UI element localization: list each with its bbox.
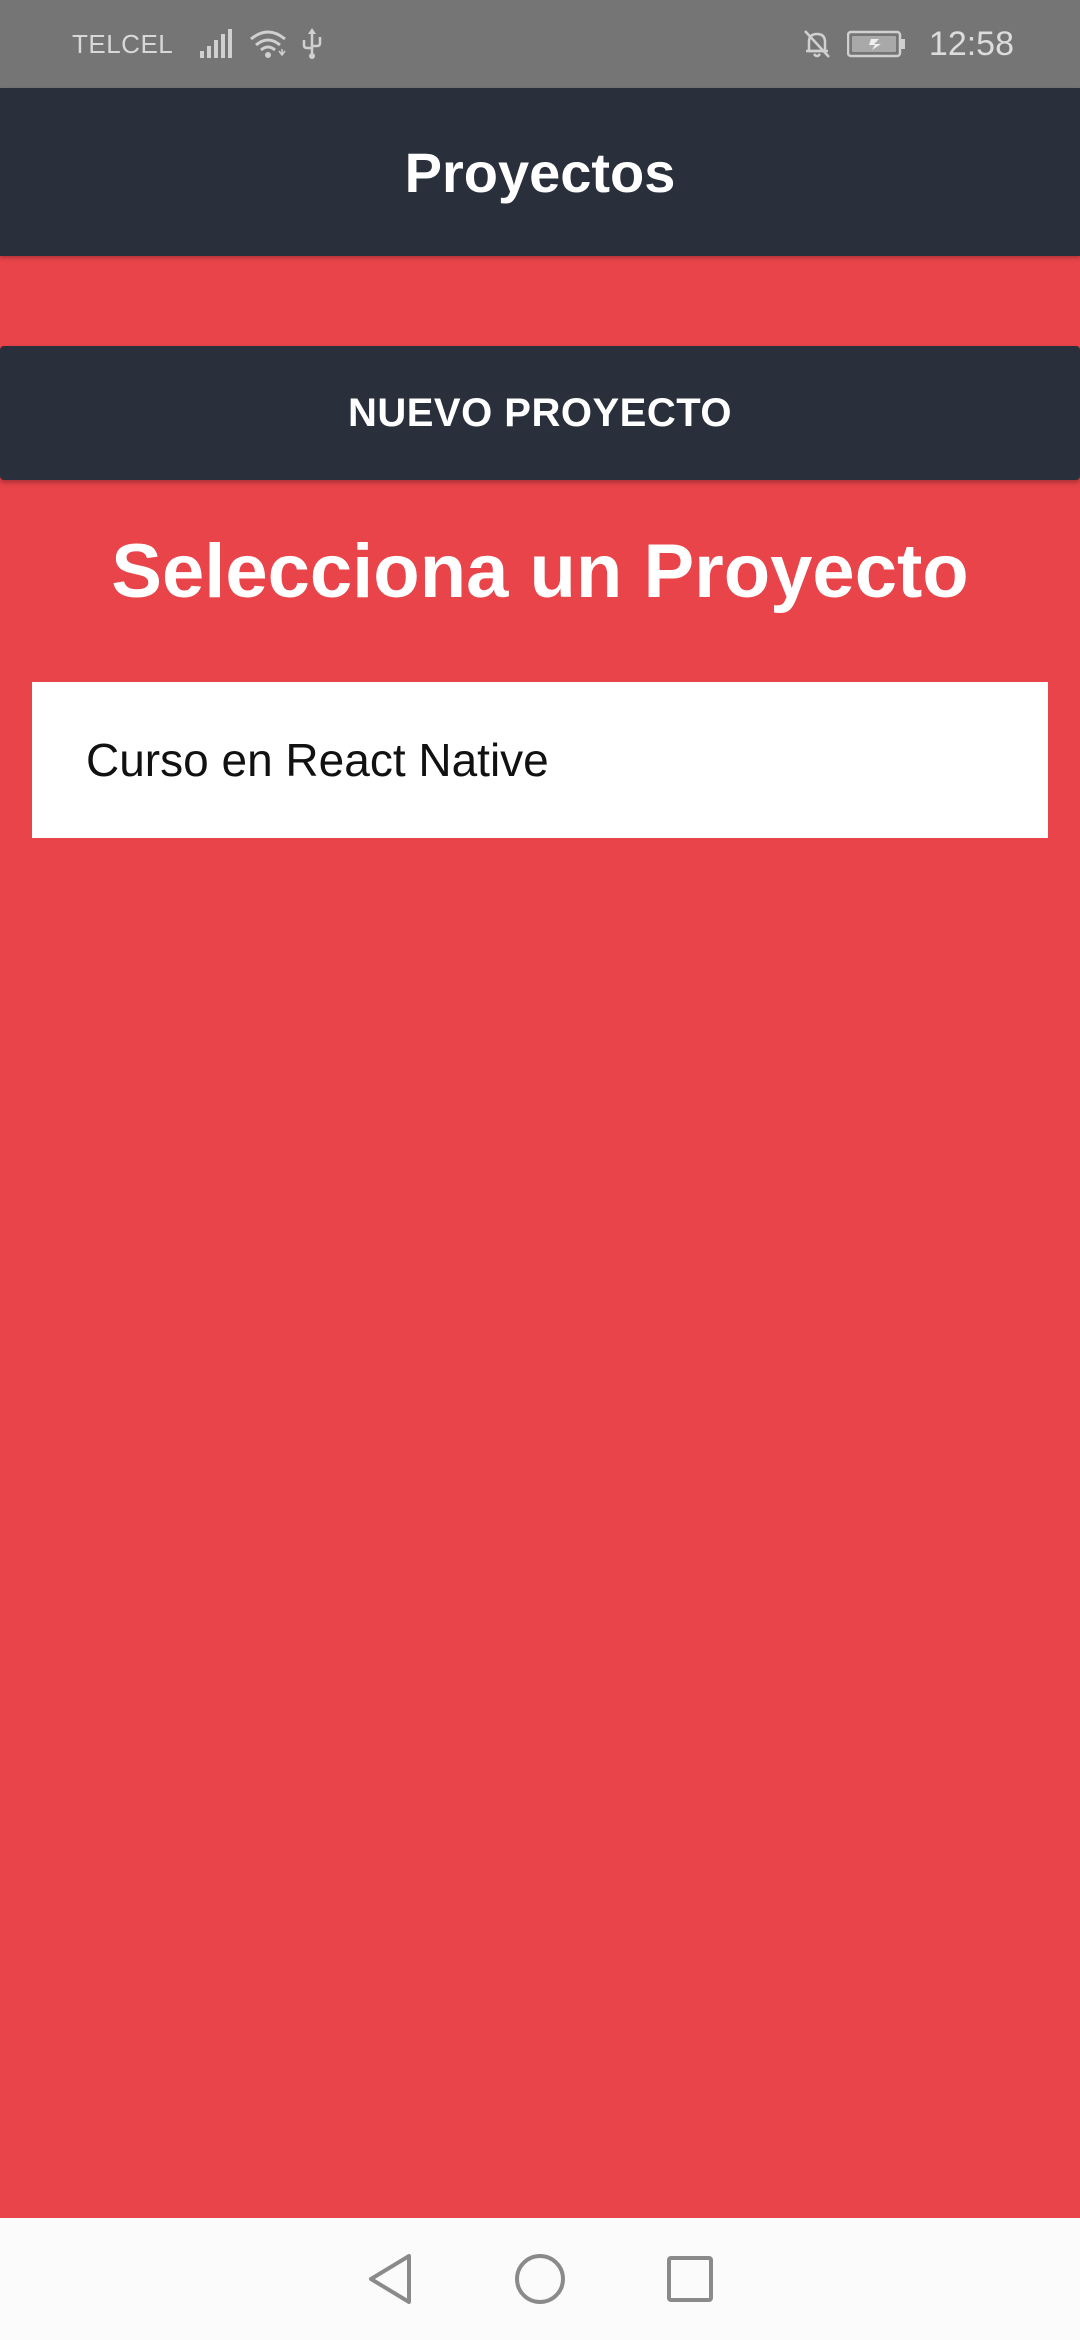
back-icon[interactable]	[335, 2239, 445, 2319]
list-item[interactable]: Curso en React Native	[32, 682, 1048, 838]
app-header: Proyectos	[0, 88, 1080, 256]
status-bar: TELCEL 12:58	[0, 0, 1080, 88]
section-heading: Selecciona un Proyecto	[111, 529, 969, 614]
wifi-icon	[249, 29, 287, 59]
status-right: 12:58	[801, 25, 1014, 64]
notifications-off-icon	[801, 28, 833, 60]
clock: 12:58	[928, 24, 1014, 63]
signal-icon	[199, 29, 235, 59]
project-list: Curso en React Native	[32, 682, 1048, 838]
page-title: Proyectos	[404, 140, 676, 204]
usb-icon	[301, 28, 323, 60]
recents-icon[interactable]	[635, 2239, 745, 2319]
home-icon[interactable]	[485, 2239, 595, 2319]
project-name: Curso en React Native	[86, 734, 549, 786]
status-left: TELCEL	[72, 28, 337, 60]
navigation-bar	[0, 2218, 1080, 2340]
battery-charging-icon	[846, 29, 907, 59]
carrier-name: TELCEL	[72, 28, 174, 59]
new-project-button[interactable]: NUEVO PROYECTO	[0, 346, 1080, 480]
new-project-button-label: NUEVO PROYECTO	[347, 390, 733, 435]
